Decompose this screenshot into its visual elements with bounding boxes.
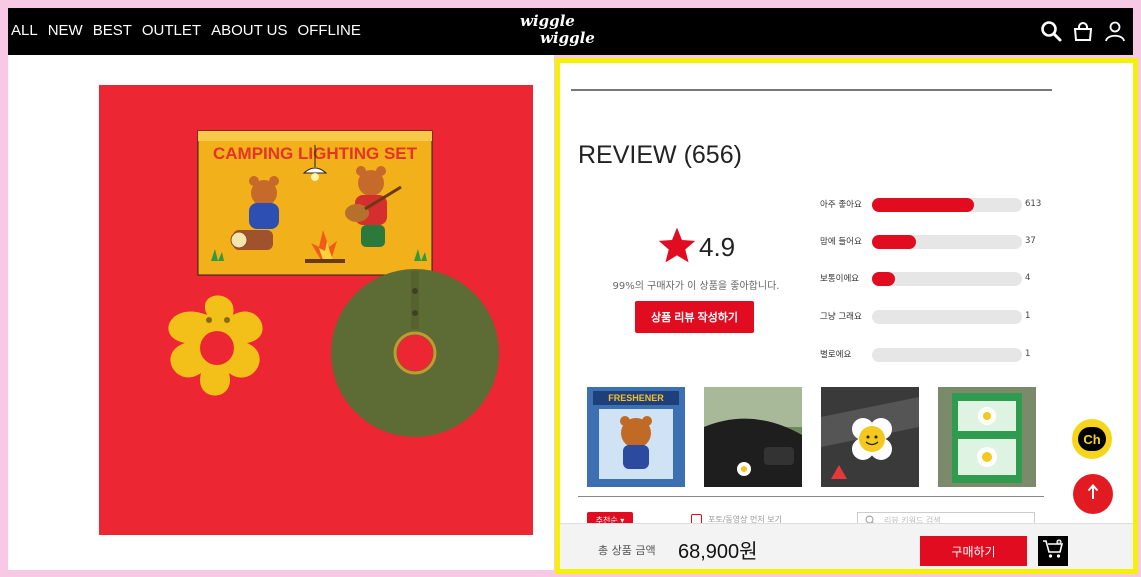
nav-best[interactable]: BEST — [93, 22, 132, 39]
review-photo[interactable]: FRESHENER — [587, 387, 685, 487]
photo-box-text: FRESHENER — [608, 393, 664, 403]
purchase-bar: 총 상품 금액 68,900원 구매하기 — [560, 523, 1133, 569]
chat-icon: Ch — [1078, 427, 1106, 451]
rating-row: 그냥 그래요 1 — [820, 309, 1040, 325]
main-nav: ALL NEW BEST OUTLET ABOUT US OFFLINE — [11, 22, 371, 39]
logo-line-1: wiggle — [520, 12, 575, 30]
top-navigation-bar: ALL NEW BEST OUTLET ABOUT US OFFLINE wig… — [8, 8, 1133, 55]
photo-divider — [578, 496, 1044, 497]
rating-count: 613 — [1025, 199, 1042, 209]
logo-line-2: wiggle — [540, 29, 595, 47]
total-price-value: 68,900원 — [678, 541, 758, 563]
rating-bar-fill — [872, 198, 974, 212]
rating-count: 1 — [1025, 311, 1031, 321]
scroll-top-button[interactable] — [1073, 474, 1113, 514]
section-divider — [571, 89, 1052, 91]
review-photo-strip: FRESHENER — [587, 387, 1036, 487]
review-title: REVIEW (656) — [578, 141, 742, 169]
chat-label: Ch — [1083, 431, 1101, 447]
product-main-image[interactable]: CAMPING LIGHTING SET — [99, 85, 533, 535]
rating-label: 아주 좋아요 — [820, 200, 862, 210]
rating-label: 별로에요 — [820, 350, 852, 360]
total-price-label: 총 상품 금액 — [598, 544, 656, 557]
site-logo[interactable]: wiggle wiggle — [514, 10, 624, 54]
user-icon[interactable] — [1103, 19, 1127, 43]
product-image-pane: CAMPING LIGHTING SET — [8, 55, 554, 570]
rating-label: 그냥 그래요 — [820, 312, 862, 322]
shopping-bag-icon[interactable] — [1071, 19, 1095, 43]
rating-count: 1 — [1025, 349, 1031, 359]
buy-now-button[interactable]: 구매하기 — [920, 536, 1027, 566]
rating-bar — [872, 272, 1022, 286]
nav-offline[interactable]: OFFLINE — [297, 22, 360, 39]
rating-row: 보통이에요 4 — [820, 271, 1040, 287]
nav-outlet[interactable]: OUTLET — [142, 22, 201, 39]
rating-bar — [872, 348, 1022, 362]
cart-icon — [1042, 539, 1064, 563]
star-icon — [657, 226, 697, 268]
header-icons — [1039, 19, 1127, 43]
nav-all[interactable]: ALL — [11, 22, 38, 39]
search-icon[interactable] — [1039, 19, 1063, 43]
review-panel: REVIEW (656) 4.9 99%의 구매자가 이 상품을 좋아합니다. … — [555, 58, 1138, 574]
rating-row: 맘에 들어요 37 — [820, 234, 1040, 250]
channel-chat-button[interactable]: Ch — [1072, 419, 1112, 459]
rating-label: 보통이에요 — [820, 274, 860, 284]
nav-about-us[interactable]: ABOUT US — [211, 22, 287, 39]
rating-bar — [872, 198, 1022, 212]
write-review-button[interactable]: 상품 리뷰 작성하기 — [635, 301, 754, 333]
review-photo[interactable] — [821, 387, 919, 487]
rating-count: 37 — [1025, 236, 1036, 246]
rating-label: 맘에 들어요 — [820, 237, 862, 247]
rating-bar — [872, 235, 1022, 249]
satisfaction-text: 99%의 구매자가 이 상품을 좋아합니다. — [612, 281, 780, 292]
rating-bar-fill — [872, 272, 895, 286]
nav-new[interactable]: NEW — [48, 22, 83, 39]
add-to-cart-button[interactable] — [1038, 536, 1068, 566]
review-photo[interactable] — [938, 387, 1036, 487]
review-score: 4.9 — [657, 226, 735, 268]
rating-row: 별로에요 1 — [820, 347, 1040, 363]
review-photo[interactable] — [704, 387, 802, 487]
rating-count: 4 — [1025, 273, 1031, 283]
rating-bar — [872, 310, 1022, 324]
arrow-up-icon — [1086, 483, 1100, 505]
rating-bar-fill — [872, 235, 916, 249]
average-score: 4.9 — [699, 231, 736, 262]
rating-row: 아주 좋아요 613 — [820, 197, 1042, 213]
